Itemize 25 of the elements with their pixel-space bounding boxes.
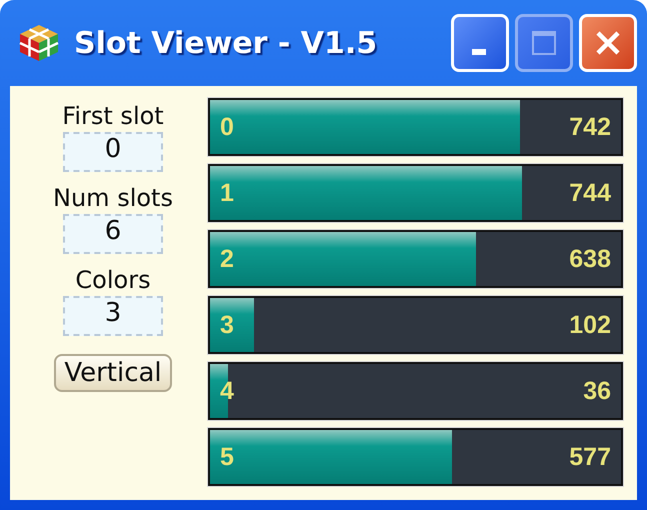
- field-label: Num slots: [53, 184, 173, 212]
- input-field[interactable]: 6: [63, 214, 163, 254]
- slot-count: 36: [583, 376, 611, 406]
- minimize-button[interactable]: [451, 14, 509, 72]
- close-button[interactable]: [579, 14, 637, 72]
- slot-index: 5: [220, 442, 234, 472]
- field-label: First slot: [62, 102, 164, 130]
- slot-index: 3: [220, 310, 234, 340]
- maximize-icon: [532, 31, 556, 55]
- slot-count: 742: [569, 112, 611, 142]
- vertical-button[interactable]: Vertical: [54, 354, 172, 392]
- slot-count: 102: [569, 310, 611, 340]
- field-label: Colors: [75, 266, 151, 294]
- input-field[interactable]: 0: [63, 132, 163, 172]
- slot-index: 0: [220, 112, 234, 142]
- slot-count: 638: [569, 244, 611, 274]
- close-icon: [596, 30, 620, 56]
- slot-index: 2: [220, 244, 234, 274]
- slot-count: 744: [569, 178, 611, 208]
- minimize-icon: [472, 49, 486, 55]
- input-field[interactable]: 3: [63, 296, 163, 336]
- slot-count: 577: [569, 442, 611, 472]
- window-title: Slot Viewer - V1.5: [74, 26, 378, 60]
- slot-index: 1: [220, 178, 234, 208]
- slot-index: 4: [220, 376, 234, 406]
